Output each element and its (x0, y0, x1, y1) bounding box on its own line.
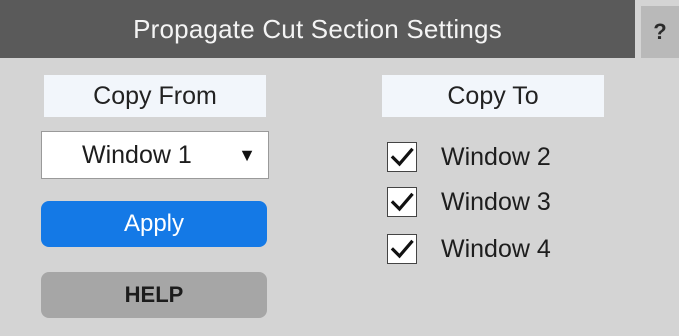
checkbox-window-4[interactable] (387, 234, 417, 264)
checkbox-label: Window 3 (441, 187, 551, 216)
checkbox-window-2[interactable] (387, 142, 417, 172)
checkmark-icon (390, 192, 414, 212)
copy-from-selected-value: Window 1 (82, 140, 192, 169)
copy-to-label: Copy To (382, 75, 604, 117)
checkbox-label: Window 2 (441, 142, 551, 171)
checkmark-icon (390, 147, 414, 167)
copy-from-dropdown[interactable]: Window 1 ▼ (41, 131, 269, 179)
copy-to-window-2[interactable]: Window 2 (387, 137, 551, 177)
apply-button[interactable]: Apply (41, 201, 267, 247)
checkbox-label: Window 4 (441, 234, 551, 263)
checkmark-icon (390, 239, 414, 259)
help-button[interactable]: HELP (41, 272, 267, 318)
window-title: Propagate Cut Section Settings (0, 0, 635, 58)
copy-from-label: Copy From (44, 75, 266, 117)
triangle-down-icon: ▼ (238, 144, 256, 165)
checkbox-window-3[interactable] (387, 187, 417, 217)
copy-to-window-3[interactable]: Window 3 (387, 182, 551, 222)
copy-to-window-4[interactable]: Window 4 (387, 229, 551, 269)
help-question-button[interactable]: ? (641, 6, 679, 58)
